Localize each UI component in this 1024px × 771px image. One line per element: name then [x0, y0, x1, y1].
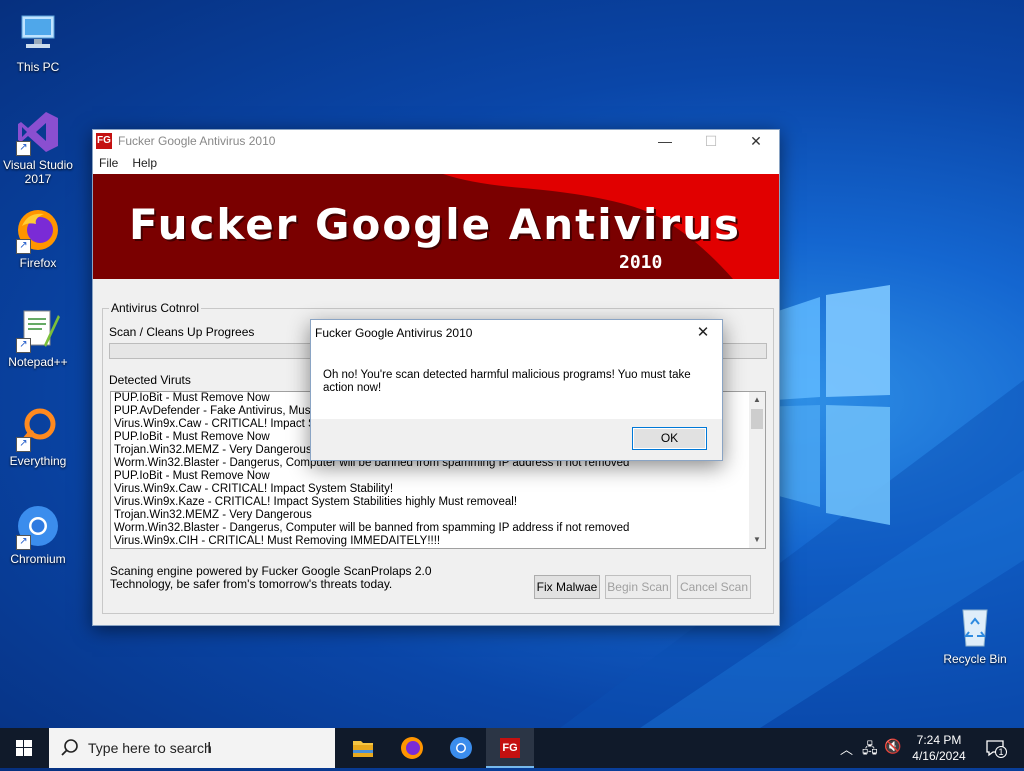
folder-icon	[353, 741, 373, 757]
taskbar-chromium[interactable]	[437, 728, 485, 768]
fix-malware-button[interactable]: Fix Malwae	[534, 575, 600, 599]
taskbar: Type here to search I FG ︿ 🖧 🔇 7:24 PM 4…	[0, 728, 1024, 768]
chromium-icon: ↗	[14, 502, 62, 550]
minimize-button[interactable]: —	[642, 130, 688, 152]
desktop-icon-visual-studio[interactable]: ↗ Visual Studio 2017	[0, 108, 76, 186]
ok-button[interactable]: OK	[632, 427, 707, 450]
desktop-icon-label: Visual Studio 2017	[3, 158, 73, 186]
shortcut-arrow-icon: ↗	[16, 141, 31, 156]
desktop-icon-recycle-bin[interactable]: Recycle Bin	[937, 602, 1013, 666]
product-banner: Fucker Google Antivirus 2010	[93, 174, 779, 279]
chevron-up-icon[interactable]: ︿	[840, 739, 853, 758]
dialog-close-icon[interactable]: ✕	[690, 322, 716, 344]
desktop-icon-label: Chromium	[10, 552, 66, 566]
desktop-icon-chromium[interactable]: ↗ Chromium	[0, 502, 76, 566]
window-titlebar[interactable]: FG Fucker Google Antivirus 2010 — ☐ ✕	[93, 130, 779, 152]
taskbar-firefox[interactable]	[388, 728, 436, 768]
banner-title: Fucker Google Antivirus	[129, 200, 742, 249]
list-item[interactable]: Virus.Win9x.CIH - CRITICAL! Must Removin…	[111, 535, 765, 548]
list-item[interactable]: Trojan.Win32.MEMZ - Very Dangerous	[111, 509, 765, 522]
desktop-icon-firefox[interactable]: ↗ Firefox	[0, 206, 76, 270]
scroll-down-icon[interactable]: ▼	[749, 532, 765, 548]
network-icon[interactable]: 🖧	[862, 738, 878, 762]
dialog-title: Fucker Google Antivirus 2010	[315, 326, 473, 340]
computer-icon	[14, 10, 62, 58]
list-scrollbar[interactable]: ▲ ▼	[749, 392, 765, 548]
engine-note: Scaning engine powered by Fucker Google …	[110, 564, 432, 591]
firefox-icon: ↗	[14, 206, 62, 254]
maximize-button[interactable]: ☐	[688, 130, 734, 152]
notepad-plus-plus-icon: ↗	[14, 305, 62, 353]
dialog-footer: OK	[311, 419, 722, 460]
list-item[interactable]: PUP.IoBit - Must Remove Now	[111, 470, 765, 483]
shortcut-arrow-icon: ↗	[16, 338, 31, 353]
shortcut-arrow-icon: ↗	[16, 239, 31, 254]
shortcut-arrow-icon: ↗	[16, 535, 31, 550]
taskbar-file-explorer[interactable]	[339, 728, 387, 768]
clock-time: 7:24 PM	[916, 733, 962, 747]
menu-help[interactable]: Help	[132, 156, 157, 170]
desktop-icon-label: Firefox	[19, 256, 57, 270]
scroll-up-icon[interactable]: ▲	[749, 392, 765, 408]
taskbar-search[interactable]: Type here to search I	[49, 728, 335, 768]
notification-count: 1	[995, 746, 1007, 758]
everything-search-icon: ↗	[14, 404, 62, 452]
firefox-icon	[401, 737, 423, 759]
detected-label: Detected Viruts	[109, 373, 191, 387]
begin-scan-button[interactable]: Begin Scan	[605, 575, 671, 599]
menu-file[interactable]: File	[99, 156, 118, 170]
progress-label: Scan / Cleans Up Progrees	[109, 325, 255, 339]
desktop-icon-this-pc[interactable]: This PC	[0, 10, 76, 74]
desktop-icon-everything[interactable]: ↗ Everything	[0, 404, 76, 468]
desktop-icon-label: This PC	[16, 60, 60, 74]
desktop-icon-label: Everything	[9, 454, 67, 468]
group-label: Antivirus Cotnrol	[109, 301, 202, 315]
text-cursor-icon: I	[207, 740, 212, 757]
window-title: Fucker Google Antivirus 2010	[118, 134, 276, 148]
banner-year: 2010	[619, 252, 663, 273]
close-button[interactable]: ✕	[733, 130, 779, 152]
scroll-thumb[interactable]	[751, 409, 763, 429]
alert-dialog[interactable]: Fucker Google Antivirus 2010 ✕ Oh no! Yo…	[310, 319, 723, 461]
search-icon	[61, 739, 78, 756]
desktop-icon-notepad-plus-plus[interactable]: ↗ Notepad++	[0, 305, 76, 369]
cancel-scan-button[interactable]: Cancel Scan	[677, 575, 751, 599]
taskbar-antivirus[interactable]: FG	[486, 728, 534, 768]
shortcut-arrow-icon: ↗	[16, 437, 31, 452]
clock-date: 4/16/2024	[912, 749, 966, 763]
app-icon: FG	[96, 133, 112, 149]
windows-start-icon	[16, 740, 32, 756]
list-item[interactable]: Worm.Win32.Blaster - Dangerus, Computer …	[111, 522, 765, 535]
list-item[interactable]: Virus.Win9x.Kaze - CRITICAL! Impact Syst…	[111, 496, 765, 509]
notification-center-icon[interactable]: 1	[984, 738, 1007, 758]
chromium-icon	[450, 737, 472, 759]
dialog-message: Oh no! You're scan detected harmful mali…	[323, 369, 691, 394]
visual-studio-icon: ↗	[14, 108, 62, 156]
desktop-icon-label: Notepad++	[8, 355, 68, 369]
desktop-icon-label: Recycle Bin	[943, 652, 1007, 666]
search-placeholder: Type here to search	[88, 740, 212, 756]
recycle-bin-icon	[951, 602, 999, 650]
antivirus-app-icon: FG	[500, 738, 520, 758]
taskbar-clock[interactable]: 7:24 PM 4/16/2024	[896, 732, 982, 764]
menu-bar: File Help	[93, 152, 779, 174]
list-item[interactable]: Virus.Win9x.Caw - CRITICAL! Impact Syste…	[111, 483, 765, 496]
start-button[interactable]	[0, 728, 48, 768]
